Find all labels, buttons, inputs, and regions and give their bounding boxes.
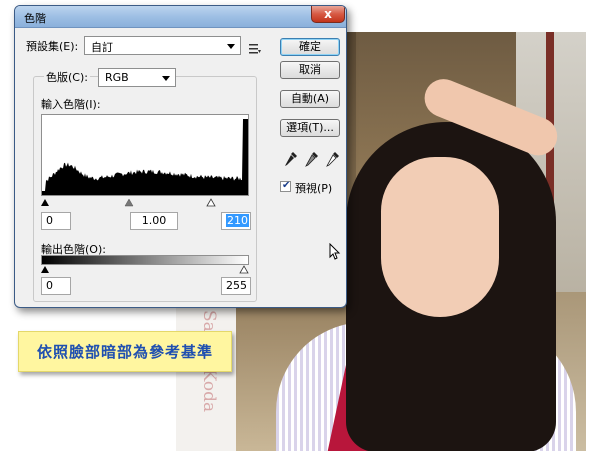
ok-button[interactable]: 確定 [280,38,340,56]
levels-dialog: 色階 x 預設集(E): 自訂 色版(C): RGB 輸入色階(I): 0 1.… [14,5,347,308]
caption-text: 依照臉部暗部為參考基準 [36,343,213,361]
channel-label: 色版(C): [44,69,90,85]
output-black-value: 0 [46,279,53,292]
preset-label: 預設集(E): [26,40,79,53]
input-white-field[interactable]: 210 [221,212,251,230]
photo-face [381,157,499,317]
dialog-body: 預設集(E): 自訂 色版(C): RGB 輸入色階(I): 0 1.00 21… [22,34,341,302]
menu-icon[interactable] [249,44,261,54]
cancel-button[interactable]: 取消 [280,61,340,79]
preset-select[interactable]: 自訂 [84,36,241,55]
input-slider[interactable] [41,197,249,207]
dialog-titlebar[interactable]: 色階 x [15,6,346,28]
preset-value: 自訂 [91,41,113,54]
checkmark-icon: ✔ [282,180,291,191]
auto-button[interactable]: 自動(A) [280,90,340,108]
preview-checkbox[interactable]: ✔ [280,180,291,192]
input-black-value: 0 [46,214,53,227]
input-white-value: 210 [226,214,249,227]
white-eyedropper-icon[interactable] [326,151,340,167]
output-black-handle[interactable] [41,266,49,273]
channel-select[interactable]: RGB [98,68,176,87]
gray-eyedropper-icon[interactable] [305,151,319,167]
black-eyedropper-icon[interactable] [284,151,298,167]
input-black-field[interactable]: 0 [41,212,71,230]
photo-watermark-strip: Sandy Koda [176,300,236,451]
output-black-field[interactable]: 0 [41,277,71,295]
output-white-field[interactable]: 255 [221,277,251,295]
input-gamma-field[interactable]: 1.00 [130,212,178,230]
histogram-shape [42,119,248,195]
white-point-handle[interactable] [206,198,216,207]
dialog-title: 色階 [24,12,46,25]
input-gamma-value: 1.00 [141,214,167,227]
preview-label[interactable]: 預視(P) [295,180,332,196]
arrow-cursor-icon [329,243,341,260]
channel-value: RGB [105,71,129,84]
chevron-down-icon [162,76,170,81]
watermark-text: Sandy Koda [199,310,219,412]
output-white-handle[interactable] [239,265,249,274]
close-button[interactable]: x [311,6,345,23]
gamma-handle[interactable] [124,198,134,207]
input-levels-label: 輸入色階(I): [41,98,101,111]
histogram-graph [42,119,248,195]
close-icon: x [324,7,332,21]
output-white-value: 255 [226,279,247,292]
black-point-handle[interactable] [41,199,49,206]
caption-label: 依照臉部暗部為參考基準 [18,331,232,372]
chevron-down-icon [227,44,235,49]
histogram [41,114,249,196]
output-slider[interactable] [41,264,249,274]
options-button[interactable]: 選項(T)... [280,119,340,137]
